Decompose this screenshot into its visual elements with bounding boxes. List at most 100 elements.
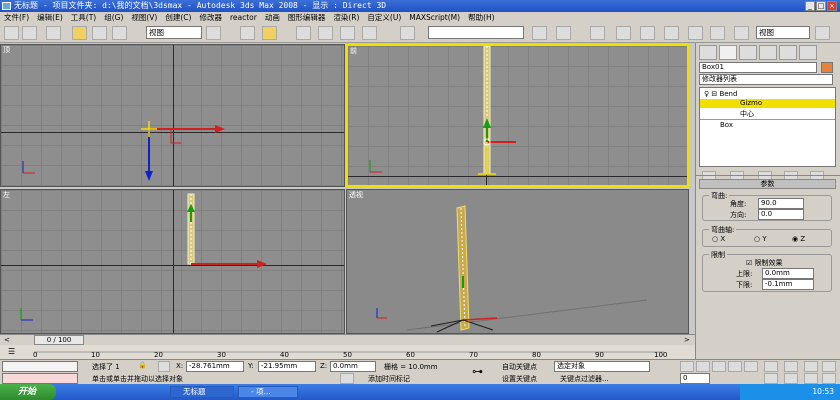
maximize-button[interactable]: □ — [816, 1, 826, 11]
go-to-start-icon[interactable] — [680, 361, 694, 372]
select-object-icon[interactable] — [46, 26, 61, 40]
motion-tab-icon[interactable] — [759, 45, 777, 60]
render-view-select[interactable]: 视图 — [756, 26, 810, 39]
select-link-icon[interactable] — [22, 26, 37, 40]
prev-key-icon[interactable] — [696, 361, 710, 372]
add-time-tag-icon[interactable] — [340, 373, 354, 384]
prev-frame-icon[interactable]: < — [4, 336, 10, 344]
x-coord-field[interactable]: -28.761mm — [186, 361, 244, 372]
pivot-center-icon[interactable] — [206, 26, 221, 40]
menu-animation[interactable]: 动画 — [261, 12, 284, 23]
utilities-tab-icon[interactable] — [799, 45, 817, 60]
menu-maxscript[interactable]: MAXScript(M) — [405, 12, 464, 23]
render-production-icon[interactable] — [815, 26, 830, 40]
angle-field[interactable]: 90.0 — [758, 198, 804, 209]
layer-manager-icon[interactable] — [590, 26, 605, 40]
spinner-snap-icon[interactable] — [362, 26, 377, 40]
viewport-top[interactable]: 顶 — [0, 44, 345, 187]
edit-named-sel-icon[interactable] — [400, 26, 415, 40]
zoom-extents-all-icon[interactable] — [822, 361, 836, 372]
menu-edit[interactable]: 编辑(E) — [33, 12, 67, 23]
snap-toggle-icon[interactable] — [296, 26, 311, 40]
y-coord-field[interactable]: -21.95mm — [258, 361, 316, 372]
taskbar-item-max[interactable]: 无标题 — [170, 386, 234, 398]
pan-icon[interactable] — [784, 373, 798, 384]
stack-item-center[interactable]: 中心 — [740, 109, 754, 119]
percent-snap-icon[interactable] — [340, 26, 355, 40]
schematic-view-icon[interactable] — [640, 26, 655, 40]
limit-effect-checkbox[interactable]: ☑ 限制效果 — [746, 258, 783, 268]
viewport-left[interactable]: 左 — [0, 189, 345, 334]
taskbar-item-project[interactable]: - 项... — [238, 386, 298, 398]
start-button[interactable]: 开始 — [0, 384, 56, 400]
align-icon[interactable] — [556, 26, 571, 40]
select-scale-icon[interactable] — [112, 26, 127, 40]
stack-item-gizmo[interactable]: Gizmo — [700, 99, 835, 108]
go-to-end-icon[interactable] — [744, 361, 758, 372]
lightbulb-icon[interactable]: ♀ ⊟ — [704, 90, 719, 98]
maxscript-output-field[interactable] — [2, 373, 78, 384]
select-manipulate-icon[interactable] — [240, 26, 255, 40]
menu-modifiers[interactable]: 修改器 — [195, 12, 226, 23]
params-rollout-title[interactable]: 参数 — [699, 179, 836, 189]
viewport-perspective[interactable]: 透视 — [346, 189, 689, 334]
material-editor-icon[interactable] — [664, 26, 679, 40]
menu-file[interactable]: 文件(F) — [0, 12, 33, 23]
axis-x-radio[interactable]: ○ X — [712, 235, 725, 243]
undo-icon[interactable] — [4, 26, 19, 40]
display-tab-icon[interactable] — [779, 45, 797, 60]
object-name-field[interactable]: Box01 — [699, 62, 817, 73]
time-slider-thumb[interactable]: 0 / 100 — [34, 335, 84, 345]
select-rotate-icon[interactable] — [92, 26, 107, 40]
curve-editor-icon[interactable] — [616, 26, 631, 40]
menu-graph-editors[interactable]: 图形编辑器 — [284, 12, 330, 23]
keyboard-shortcut-icon[interactable] — [262, 26, 277, 40]
reference-coord-select[interactable]: 视图 — [146, 26, 202, 39]
menu-customize[interactable]: 自定义(U) — [363, 12, 405, 23]
auto-key-button[interactable]: 自动关键点 — [502, 362, 537, 372]
next-frame-icon[interactable]: > — [684, 336, 690, 344]
zoom-all-icon[interactable] — [784, 361, 798, 372]
modifier-stack[interactable]: ♀ ⊟ Bend Gizmo 中心 Box — [699, 87, 836, 167]
direction-field[interactable]: 0.0 — [758, 209, 804, 220]
orbit-icon[interactable] — [804, 373, 818, 384]
viewport-front[interactable]: 前 — [346, 44, 689, 187]
maxscript-listener-field[interactable] — [2, 361, 78, 372]
maximize-viewport-icon[interactable] — [822, 373, 836, 384]
key-mode-selector[interactable]: 选定对象 — [554, 361, 650, 372]
next-key-icon[interactable] — [728, 361, 742, 372]
render-frame-icon[interactable] — [710, 26, 725, 40]
current-frame-field[interactable]: 0 — [680, 373, 710, 384]
minimize-button[interactable]: _ — [805, 1, 815, 11]
select-move-icon[interactable] — [72, 26, 87, 40]
menu-create[interactable]: 创建(C) — [161, 12, 195, 23]
menu-group[interactable]: 组(G) — [100, 12, 127, 23]
zoom-icon[interactable] — [764, 361, 778, 372]
quick-render-icon[interactable] — [734, 26, 749, 40]
menu-views[interactable]: 视图(V) — [127, 12, 161, 23]
add-time-tag[interactable]: 添加时间标记 — [368, 374, 410, 384]
set-key-button[interactable]: 设置关键点 — [502, 374, 537, 384]
axis-y-radio[interactable]: ○ Y — [754, 235, 767, 243]
create-tab-icon[interactable] — [699, 45, 717, 60]
play-icon[interactable] — [712, 361, 726, 372]
mirror-icon[interactable] — [532, 26, 547, 40]
menu-tools[interactable]: 工具(T) — [67, 12, 100, 23]
close-button[interactable]: × — [827, 1, 837, 11]
stack-item-box[interactable]: Box — [720, 121, 733, 129]
modifier-list-dropdown[interactable]: 修改器列表 — [699, 74, 833, 85]
hierarchy-tab-icon[interactable] — [739, 45, 757, 60]
absolute-mode-icon[interactable] — [158, 361, 170, 372]
zoom-extents-icon[interactable] — [804, 361, 818, 372]
key-filters-button[interactable]: 关键点过滤器... — [560, 374, 609, 384]
object-color-swatch[interactable] — [821, 62, 833, 73]
upper-limit-field[interactable]: 0.0mm — [762, 268, 814, 279]
menu-rendering[interactable]: 渲染(R) — [329, 12, 363, 23]
axis-z-radio[interactable]: ◉ Z — [792, 235, 805, 243]
menu-reactor[interactable]: reactor — [226, 12, 261, 23]
render-setup-icon[interactable] — [688, 26, 703, 40]
named-selection-set[interactable] — [428, 26, 524, 39]
lock-icon[interactable]: 🔒 — [138, 361, 147, 369]
track-bar[interactable]: ☰ 0 10 20 30 40 50 60 70 80 90 100 — [0, 345, 695, 359]
lower-limit-field[interactable]: -0.1mm — [762, 279, 814, 290]
